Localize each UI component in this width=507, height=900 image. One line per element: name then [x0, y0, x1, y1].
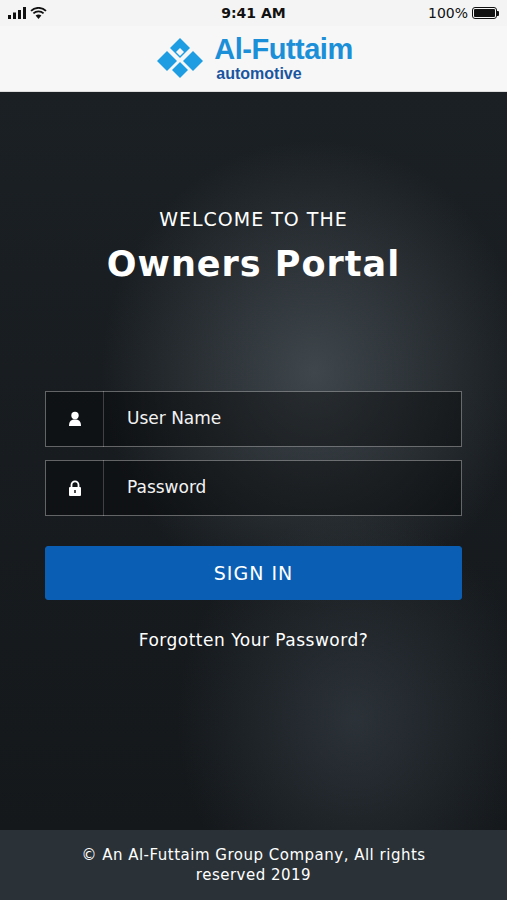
user-icon: [68, 411, 82, 426]
welcome-kicker: WELCOME TO THE: [0, 208, 507, 231]
battery-icon: [472, 7, 499, 19]
login-form: SIGN IN Forgotten Your Password?: [45, 391, 462, 654]
logo: Al-Futtaim automotive: [154, 35, 352, 82]
forgot-password-link[interactable]: Forgotten Your Password?: [45, 628, 462, 654]
battery-fill: [474, 9, 495, 17]
footer: © An Al-Futtaim Group Company, All right…: [0, 830, 507, 900]
status-bar: 9:41 AM 100%: [0, 0, 507, 26]
portal-title: Owners Portal: [0, 243, 507, 285]
signal-icon: [8, 7, 26, 19]
clock: 9:41 AM: [221, 3, 285, 24]
login-panel: WELCOME TO THE Owners Portal SIGN IN Forgot…: [0, 92, 507, 830]
wifi-icon: [30, 7, 47, 19]
battery-percent: 100%: [428, 3, 468, 24]
sign-in-button[interactable]: SIGN IN: [45, 546, 462, 600]
input-field: [45, 391, 462, 447]
lock-icon: [68, 480, 82, 496]
password-input[interactable]: [103, 460, 462, 516]
app-header: Al-Futtaim automotive: [0, 26, 507, 92]
brand-icon: [154, 36, 206, 82]
brand-subtitle: automotive: [216, 66, 352, 82]
input-field: [45, 460, 462, 516]
username-input[interactable]: [103, 391, 462, 447]
field-icon-box: [45, 460, 104, 516]
field-icon-box: [45, 391, 104, 447]
copyright-text: © An Al-Futtaim Group Company, All right…: [74, 845, 434, 886]
brand-name: Al-Futtaim: [214, 35, 352, 64]
